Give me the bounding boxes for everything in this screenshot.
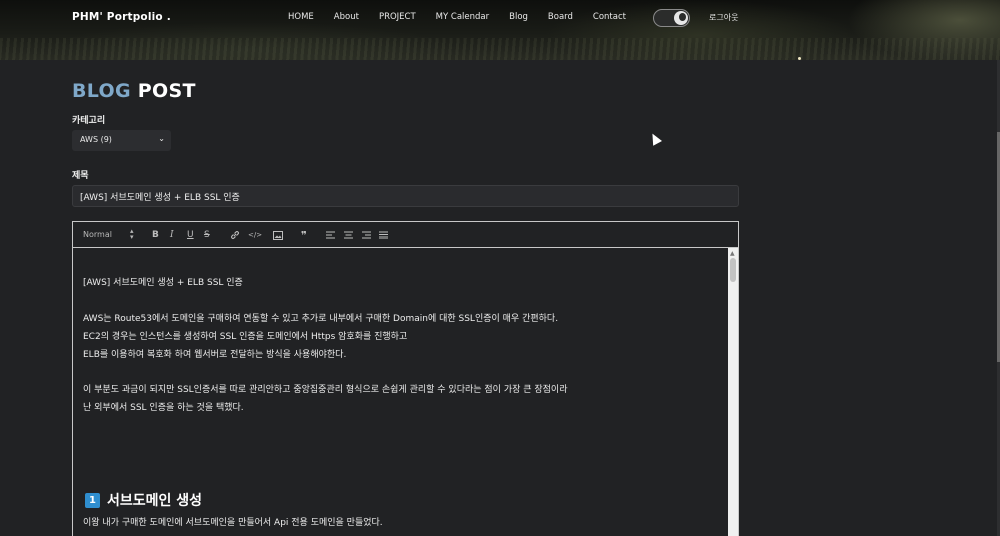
editor-line: 난 외부에서 SSL 인증을 하는 것을 택했다. bbox=[83, 403, 244, 413]
editor-toolbar: Normal ▴ ▾ B I U S </> ❞ bbox=[72, 221, 739, 248]
nav-home[interactable]: HOME bbox=[288, 12, 314, 22]
section-heading-text: 서브도메인 생성 bbox=[107, 493, 203, 509]
nav-contact[interactable]: Contact bbox=[593, 12, 626, 22]
editor-line: 이 부분도 과금이 되지만 SSL인증서를 따로 관리안하고 중앙집중관리 형식… bbox=[83, 385, 568, 395]
editor-scroll-thumb[interactable] bbox=[730, 258, 736, 282]
nav-project[interactable]: PROJECT bbox=[379, 12, 416, 22]
main-nav: HOME About PROJECT MY Calendar Blog Boar… bbox=[288, 12, 646, 22]
align-center-icon[interactable] bbox=[344, 229, 353, 241]
scroll-up-icon[interactable]: ▲ bbox=[730, 250, 735, 257]
logout-link[interactable]: 로그아웃 bbox=[709, 12, 738, 23]
chevron-down-icon: ⌄ bbox=[158, 134, 165, 143]
moon-icon bbox=[674, 11, 688, 25]
category-label: 카테고리 bbox=[72, 116, 106, 126]
category-select[interactable]: AWS (9) ⌄ bbox=[72, 130, 171, 151]
category-select-value: AWS (9) bbox=[80, 135, 112, 144]
title-label: 제목 bbox=[72, 171, 89, 181]
editor-line: EC2의 경우는 인스턴스를 생성하여 SSL 인증을 도메인에서 Https … bbox=[83, 332, 408, 342]
dark-mode-toggle[interactable] bbox=[653, 9, 690, 27]
section-number-badge: 1 bbox=[85, 492, 100, 508]
justify-icon[interactable] bbox=[379, 229, 388, 241]
format-dropdown-icon: ▴ ▾ bbox=[130, 227, 134, 241]
nav-blog[interactable]: Blog bbox=[509, 12, 528, 22]
nav-about[interactable]: About bbox=[334, 12, 359, 22]
strike-button[interactable]: S bbox=[204, 229, 210, 241]
align-right-icon[interactable] bbox=[362, 229, 371, 241]
page-title-part1: BLOG bbox=[72, 80, 138, 102]
decorative-light bbox=[798, 57, 801, 60]
title-input[interactable]: [AWS] 서브도메인 생성 + ELB SSL 인증 bbox=[72, 185, 739, 207]
link-icon[interactable] bbox=[230, 229, 240, 241]
header-bar: PHM' Portpolio . HOME About PROJECT MY C… bbox=[0, 0, 1000, 60]
nav-my-calendar[interactable]: MY Calendar bbox=[436, 12, 489, 22]
editor-line: AWS는 Route53에서 도메인을 구매하여 연동할 수 있고 추가로 내부… bbox=[83, 314, 559, 324]
underline-button[interactable]: U bbox=[187, 229, 194, 241]
section-heading: 1 서브도메인 생성 bbox=[85, 490, 202, 510]
page-title: BLOG POST bbox=[72, 80, 196, 102]
editor-line: 이왕 내가 구매한 도메인에 서브도메인을 만들어서 Api 전용 도메인을 만… bbox=[83, 518, 383, 528]
align-left-icon[interactable] bbox=[326, 229, 335, 241]
mouse-cursor-icon bbox=[648, 131, 662, 146]
code-icon[interactable]: </> bbox=[248, 229, 262, 241]
brand-logo[interactable]: PHM' Portpolio . bbox=[72, 11, 171, 23]
nav-board[interactable]: Board bbox=[548, 12, 573, 22]
bold-button[interactable]: B bbox=[152, 229, 159, 241]
page-title-part2: POST bbox=[137, 80, 196, 102]
editor-scrollbar[interactable]: ▲ bbox=[728, 248, 738, 536]
quote-icon[interactable]: ❞ bbox=[301, 229, 307, 242]
editor-line: ELB를 이용하여 복호화 하여 웹서버로 전달하는 방식을 사용해야한다. bbox=[83, 350, 347, 360]
editor-line: [AWS] 서브도메인 생성 + ELB SSL 인증 bbox=[83, 278, 243, 288]
italic-button[interactable]: I bbox=[170, 229, 174, 241]
format-select[interactable]: Normal bbox=[83, 230, 112, 239]
image-icon[interactable] bbox=[273, 229, 283, 241]
